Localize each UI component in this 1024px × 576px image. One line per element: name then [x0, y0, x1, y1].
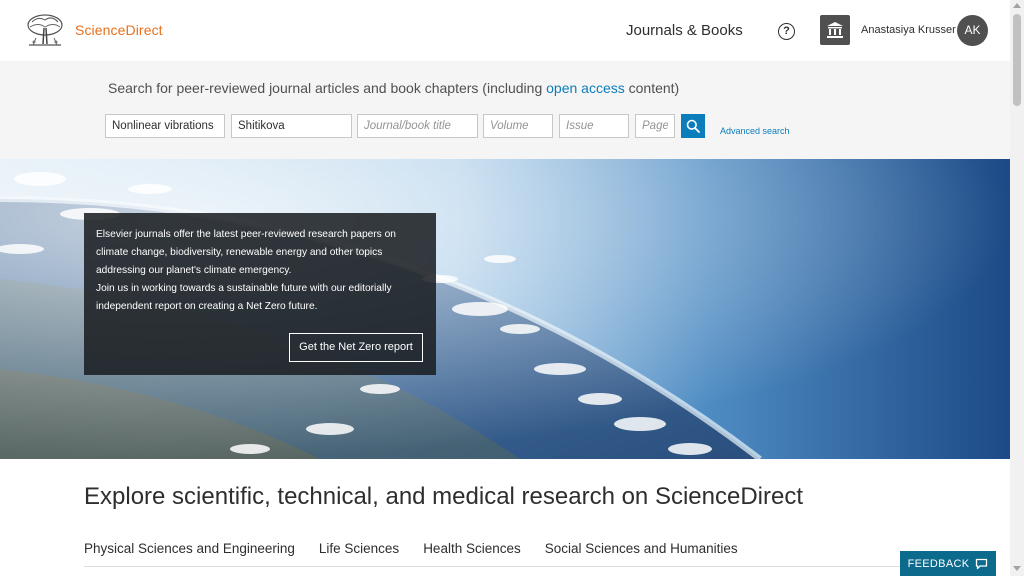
scroll-up-arrow-icon[interactable] — [1013, 3, 1021, 8]
search-panel: Search for peer-reviewed journal article… — [0, 61, 1010, 159]
sciencedirect-logo[interactable]: ScienceDirect — [24, 12, 163, 48]
feedback-button[interactable]: FEEDBACK — [900, 551, 996, 576]
search-icon — [686, 119, 700, 133]
promo-text: Elsevier journals offer the latest peer-… — [96, 229, 396, 312]
search-button[interactable] — [681, 114, 705, 138]
subject-tabs: Physical Sciences and Engineering Life S… — [84, 541, 762, 556]
tab-physical-sciences[interactable]: Physical Sciences and Engineering — [84, 541, 295, 556]
brand-name: ScienceDirect — [75, 22, 163, 38]
institution-button[interactable] — [820, 15, 850, 45]
tabs-divider — [84, 566, 914, 567]
author-input[interactable] — [231, 114, 352, 138]
page-scrollbar[interactable] — [1010, 0, 1024, 576]
net-zero-report-button[interactable]: Get the Net Zero report — [289, 333, 423, 362]
tab-health-sciences[interactable]: Health Sciences — [423, 541, 521, 556]
pages-input[interactable] — [635, 114, 675, 138]
elsevier-tree-icon — [25, 13, 65, 47]
keywords-input[interactable] — [105, 114, 225, 138]
speech-bubble-icon — [976, 558, 988, 569]
net-zero-promo: Elsevier journals offer the latest peer-… — [84, 213, 436, 375]
journals-books-link[interactable]: Journals & Books — [626, 22, 743, 39]
institution-icon — [827, 22, 843, 38]
user-name[interactable]: Anastasiya Krusser — [861, 24, 956, 36]
journal-title-input[interactable] — [357, 114, 478, 138]
tab-life-sciences[interactable]: Life Sciences — [319, 541, 399, 556]
tab-social-sciences[interactable]: Social Sciences and Humanities — [545, 541, 738, 556]
open-access-link[interactable]: open access — [546, 80, 625, 96]
help-icon[interactable]: ? — [778, 23, 795, 40]
feedback-label: FEEDBACK — [907, 557, 970, 570]
advanced-search-link[interactable]: Advanced search — [720, 126, 790, 136]
user-avatar[interactable]: AK — [957, 15, 988, 46]
scroll-down-arrow-icon[interactable] — [1013, 566, 1021, 571]
site-header: ScienceDirect Journals & Books ? Anastas… — [0, 0, 1010, 61]
hero-banner: Elsevier journals offer the latest peer-… — [0, 159, 1010, 459]
explore-heading: Explore scientific, technical, and medic… — [84, 483, 804, 510]
issue-input[interactable] — [559, 114, 629, 138]
search-caption: Search for peer-reviewed journal article… — [108, 80, 680, 96]
scroll-thumb[interactable] — [1013, 14, 1021, 106]
volume-input[interactable] — [483, 114, 553, 138]
